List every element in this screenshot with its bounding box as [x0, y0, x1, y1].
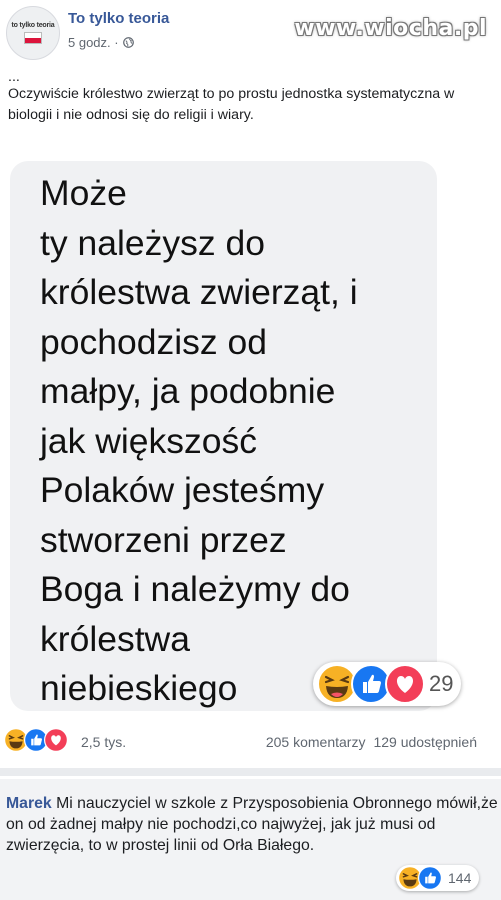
post-body: Oczywiście królestwo zwierząt to po pros…	[8, 86, 455, 123]
avatar-logo: to tylko teoria	[11, 22, 55, 29]
comment-reactions[interactable]: 144	[396, 865, 480, 891]
message-reaction-count: 29	[429, 671, 454, 696]
globe-icon	[122, 37, 134, 48]
page-name-link[interactable]: To tylko teoria	[68, 10, 169, 27]
comment-author-link[interactable]: Marek	[6, 795, 52, 812]
page-avatar[interactable]: to tylko teoria	[6, 6, 60, 60]
love-icon	[385, 664, 425, 704]
comments-count-link[interactable]: 205 komentarzy	[266, 734, 366, 750]
engagement-counts: 205 komentarzy 129 udostępnień	[266, 734, 477, 750]
reaction-summary[interactable]	[4, 728, 68, 752]
watermark: www.wiocha.pl	[294, 16, 487, 41]
poland-flag-icon	[24, 32, 42, 44]
post-header: to tylko teoria To tylko teoria 5 godz. …	[0, 0, 501, 66]
comment-reaction-count: 144	[448, 870, 472, 886]
comment: Marek Mi nauczyciel w szkole z Przysposo…	[0, 779, 501, 900]
shares-count-link[interactable]: 129 udostępnień	[373, 734, 477, 750]
love-icon	[44, 728, 68, 752]
comment-body: Marek Mi nauczyciel w szkole z Przysposo…	[6, 793, 498, 856]
message-text: Może ty należysz do królestwa zwierząt, …	[40, 173, 358, 708]
post-image[interactable]: Może ty należysz do królestwa zwierząt, …	[0, 153, 501, 713]
post-stats: 2,5 tys. 205 komentarzy 129 udostępnień	[0, 720, 501, 762]
post-ellipsis: ...	[8, 69, 20, 85]
like-icon	[418, 866, 442, 890]
comment-text: Mi nauczyciel w szkole z Przysposobienia…	[6, 795, 498, 854]
post-text: ... Oczywiście królestwo zwierząt to po …	[8, 70, 493, 126]
divider	[0, 768, 501, 776]
reactions-count[interactable]: 2,5 tys.	[81, 734, 126, 750]
post-time[interactable]: 5 godz. ·	[68, 35, 119, 50]
post-meta: 5 godz. ·	[68, 35, 134, 50]
message-reactions: 29	[313, 662, 462, 706]
